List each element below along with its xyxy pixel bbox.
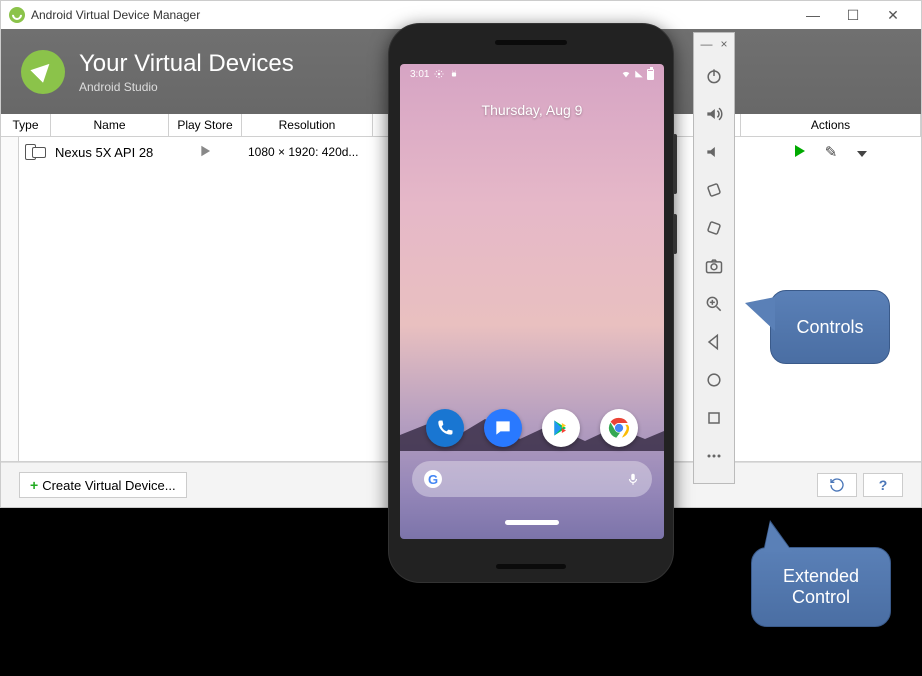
window-title: Android Virtual Device Manager <box>31 8 793 22</box>
status-time: 3:01 <box>410 69 429 80</box>
create-virtual-device-button[interactable]: + Create Virtual Device... <box>19 472 187 498</box>
rotate-left-button[interactable] <box>698 171 730 209</box>
controls-callout: Controls <box>770 290 890 364</box>
favorites-row <box>400 409 664 447</box>
emulator-close-button[interactable]: × <box>720 37 727 51</box>
overview-button[interactable] <box>698 399 730 437</box>
phone-app-icon[interactable] <box>426 409 464 447</box>
help-button[interactable]: ? <box>863 473 903 497</box>
close-button[interactable]: ✕ <box>873 1 913 29</box>
signal-icon <box>634 69 644 79</box>
emulator-toolbar-window-controls: — × <box>700 37 727 57</box>
emulator-device-frame: 3:01 Thursday, Aug 9 G <box>388 23 674 583</box>
nav-handle[interactable] <box>505 520 559 525</box>
row-actions: ✎ <box>741 137 921 167</box>
refresh-button[interactable] <box>817 473 857 497</box>
col-name[interactable]: Name <box>51 114 169 136</box>
back-button[interactable] <box>698 323 730 361</box>
zoom-button[interactable] <box>698 285 730 323</box>
home-button[interactable] <box>698 361 730 399</box>
volume-up-button[interactable] <box>698 95 730 133</box>
play-store-app-icon[interactable] <box>542 409 580 447</box>
col-resolution[interactable]: Resolution <box>242 114 373 136</box>
screenshot-button[interactable] <box>698 247 730 285</box>
emulator-minimize-button[interactable]: — <box>700 37 712 51</box>
mic-icon[interactable] <box>626 470 640 488</box>
volume-down-button[interactable] <box>698 133 730 171</box>
wifi-icon <box>621 69 631 79</box>
maximize-button[interactable]: ☐ <box>833 1 873 29</box>
device-name: Nexus 5X API 28 <box>51 137 169 167</box>
device-resolution: 1080 × 1920: 420d... <box>242 137 373 167</box>
android-studio-logo <box>21 50 65 94</box>
col-play-store[interactable]: Play Store <box>169 114 242 136</box>
android-icon <box>449 69 459 79</box>
extended-control-callout: Extended Control <box>751 547 891 627</box>
plus-icon: + <box>30 477 38 493</box>
row-gutter <box>1 137 19 461</box>
col-type[interactable]: Type <box>1 114 51 136</box>
messages-app-icon[interactable] <box>484 409 522 447</box>
power-key <box>673 214 677 254</box>
edit-button[interactable]: ✎ <box>819 143 844 161</box>
device-type-icon <box>19 137 51 167</box>
power-button[interactable] <box>698 57 730 95</box>
home-datetime: Thursday, Aug 9 <box>400 102 664 118</box>
more-button[interactable] <box>698 437 730 475</box>
chrome-app-icon[interactable] <box>600 409 638 447</box>
emulator-screen[interactable]: 3:01 Thursday, Aug 9 G <box>400 64 664 539</box>
playstore-icon <box>169 137 242 167</box>
battery-icon <box>647 69 654 80</box>
emulator-toolbar: — × <box>693 32 735 484</box>
page-title: Your Virtual Devices <box>79 50 294 78</box>
rotate-right-button[interactable] <box>698 209 730 247</box>
page-subtitle: Android Studio <box>79 80 294 94</box>
google-search-bar[interactable]: G <box>412 461 652 497</box>
minimize-button[interactable]: — <box>793 1 833 29</box>
android-statusbar: 3:01 <box>400 64 664 84</box>
volume-rocker <box>673 134 677 194</box>
gear-icon <box>434 69 444 79</box>
col-actions[interactable]: Actions <box>741 114 921 136</box>
launch-button[interactable] <box>789 145 811 160</box>
app-icon <box>9 7 25 23</box>
google-logo-icon: G <box>424 470 442 488</box>
more-actions-button[interactable] <box>851 145 873 160</box>
